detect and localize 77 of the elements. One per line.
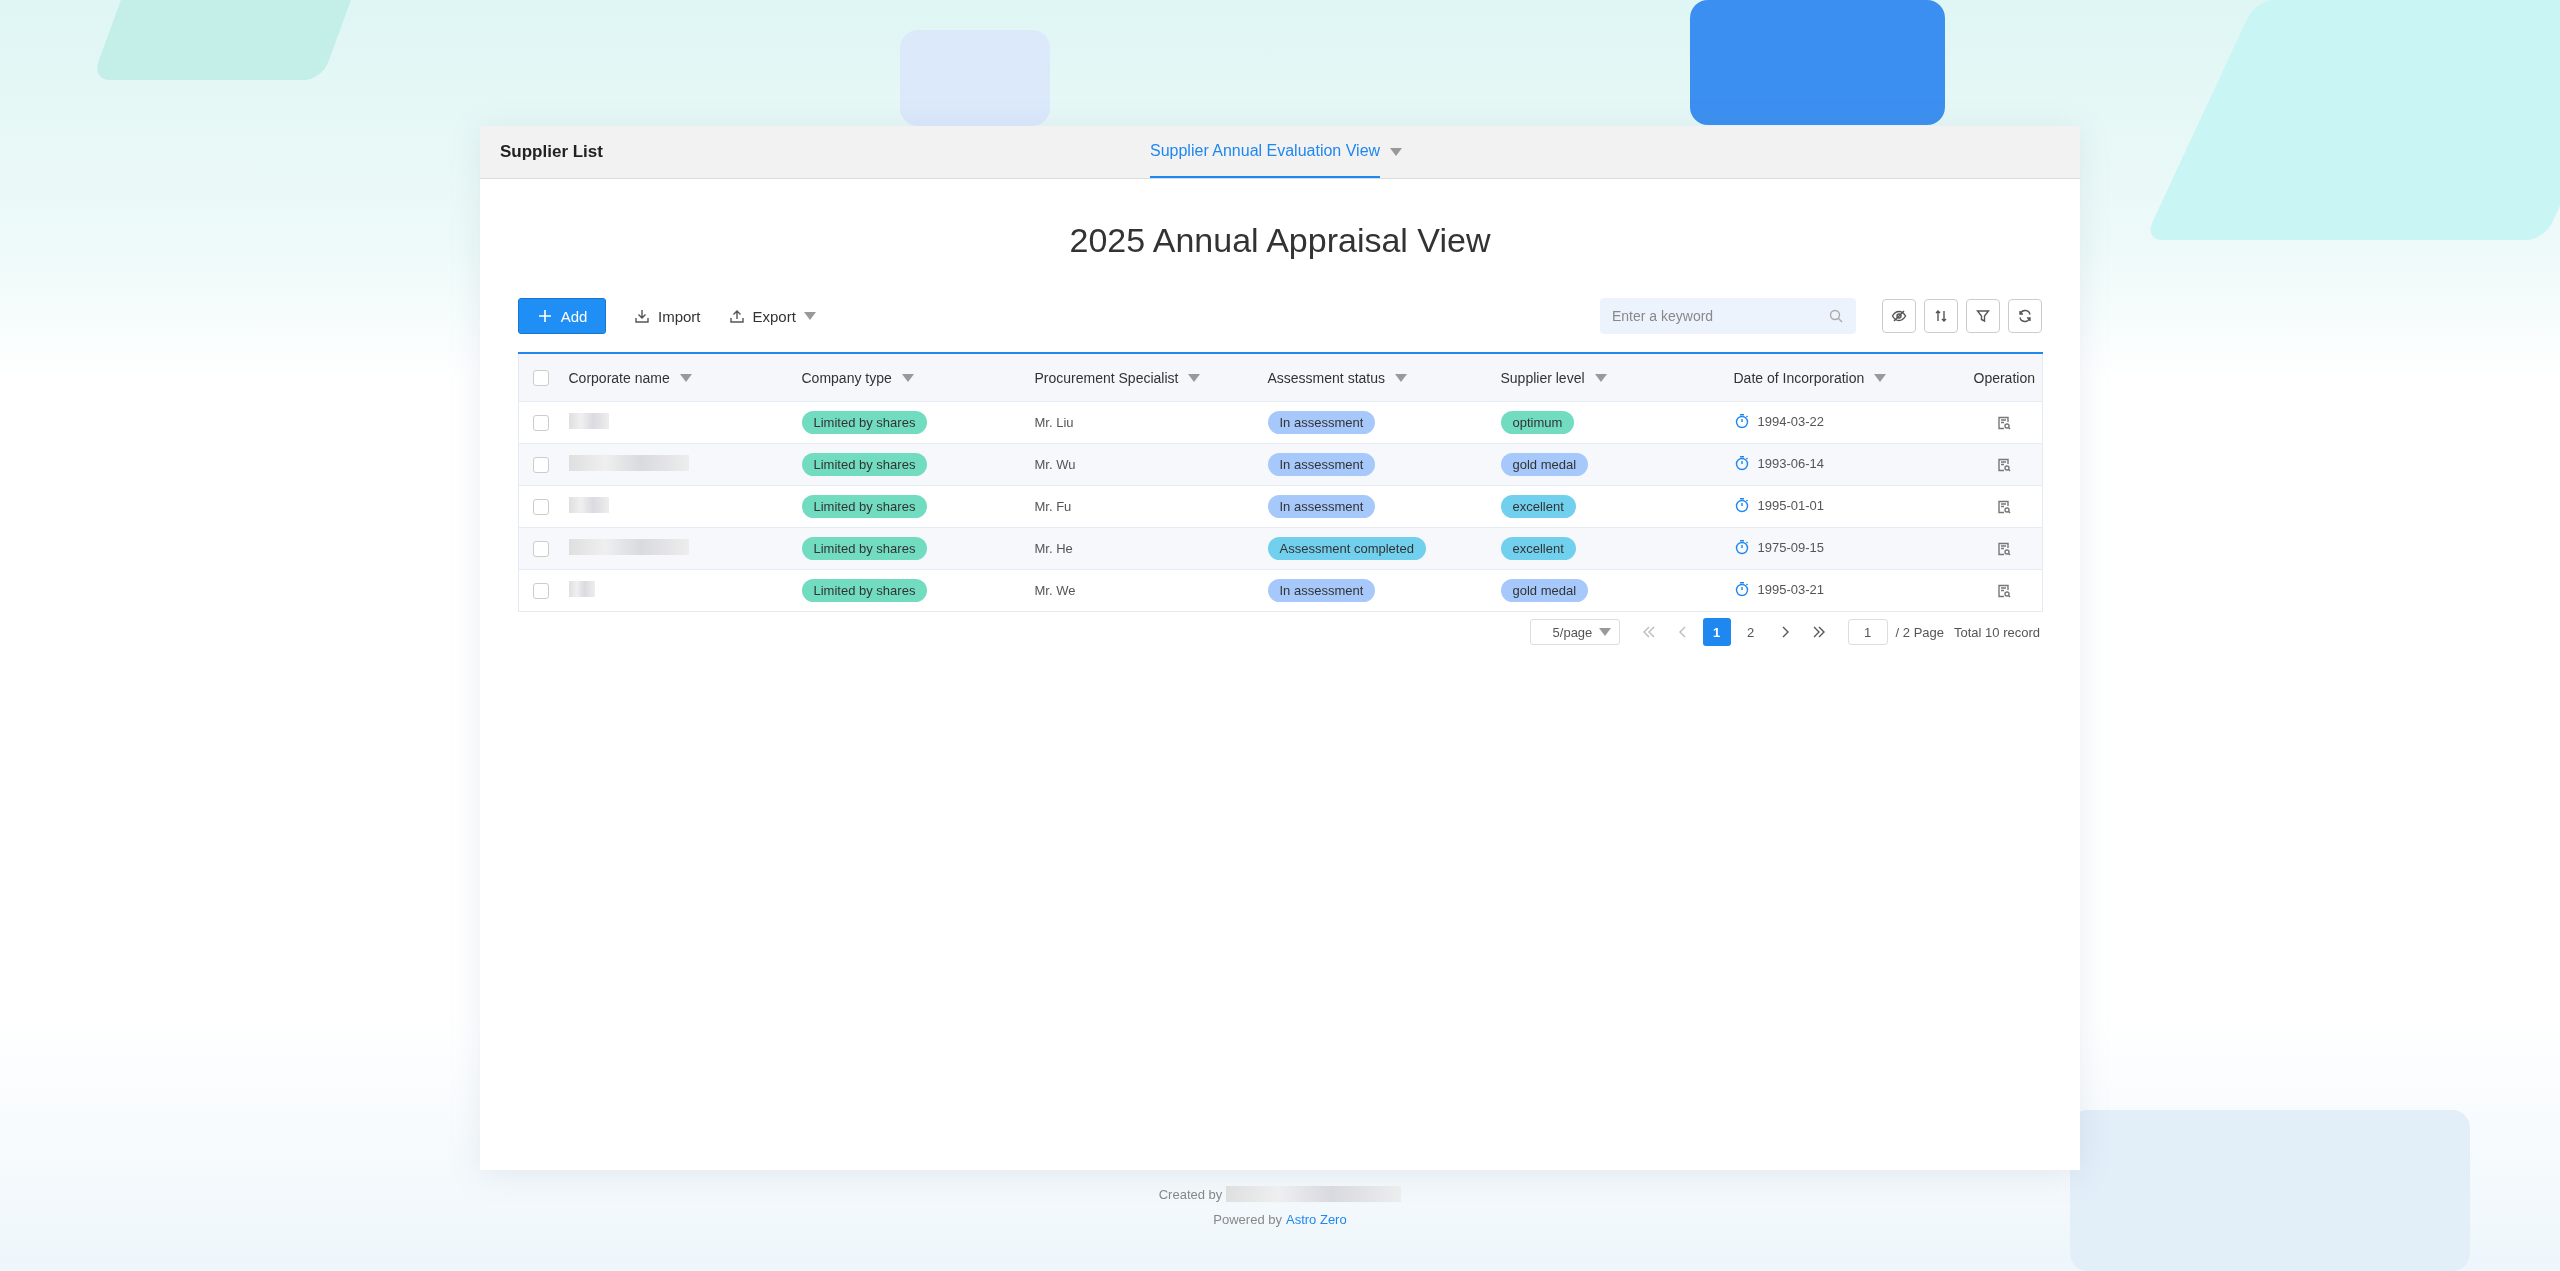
table-cell: Mr. Liu bbox=[1034, 415, 1074, 430]
filter-button[interactable] bbox=[1966, 299, 2000, 333]
stopwatch-icon bbox=[1733, 455, 1750, 471]
tag: excellent bbox=[1500, 537, 1576, 560]
document-search-icon bbox=[1996, 540, 2013, 557]
redacted-text bbox=[568, 581, 595, 597]
view-title: 2025 Annual Appraisal View bbox=[1068, 221, 1492, 260]
table-cell: Mr. Fu bbox=[1034, 499, 1072, 514]
powered-by-label: Powered by bbox=[1213, 1212, 1282, 1227]
table-cell: Mr. He bbox=[1034, 541, 1073, 556]
column-header[interactable]: Corporate name bbox=[568, 369, 670, 386]
tag: optimum bbox=[1500, 411, 1575, 434]
row-checkbox[interactable] bbox=[533, 414, 549, 431]
page-count: / 2 Page bbox=[1895, 624, 1944, 640]
column-header[interactable]: Supplier level bbox=[1500, 369, 1585, 386]
funnel-icon bbox=[1975, 308, 1991, 324]
page-button[interactable]: 1 bbox=[1702, 618, 1731, 646]
document-search-icon bbox=[1996, 498, 2013, 515]
row-checkbox[interactable] bbox=[533, 456, 549, 473]
tag: Limited by shares bbox=[801, 495, 928, 518]
sort-arrows-icon bbox=[1933, 308, 1949, 324]
caret-icon bbox=[1598, 628, 1611, 636]
tag: Limited by shares bbox=[801, 453, 928, 476]
table-cell: 1993-06-14 bbox=[1757, 455, 1824, 471]
tag: gold medal bbox=[1500, 453, 1589, 476]
redacted-text bbox=[568, 497, 609, 513]
page-button[interactable]: 2 bbox=[1736, 618, 1765, 646]
sort-button[interactable] bbox=[1924, 299, 1958, 333]
stopwatch-icon bbox=[1733, 497, 1750, 513]
tag: Limited by shares bbox=[801, 579, 928, 602]
search-icon bbox=[1828, 308, 1844, 324]
upload-icon bbox=[728, 308, 745, 324]
tag: In assessment bbox=[1267, 495, 1376, 518]
tag: gold medal bbox=[1500, 579, 1589, 602]
tag: In assessment bbox=[1267, 411, 1376, 434]
refresh-button[interactable] bbox=[2008, 299, 2042, 333]
tag: excellent bbox=[1500, 495, 1576, 518]
row-checkbox[interactable] bbox=[533, 582, 549, 599]
column-header[interactable]: Company type bbox=[801, 369, 892, 386]
row-checkbox[interactable] bbox=[533, 540, 549, 557]
table-cell: Mr. We bbox=[1034, 583, 1076, 598]
stopwatch-icon bbox=[1733, 539, 1750, 555]
export-button[interactable]: Export bbox=[728, 307, 816, 325]
tag: Assessment completed bbox=[1267, 537, 1426, 560]
tag: Limited by shares bbox=[801, 411, 928, 434]
tag: In assessment bbox=[1267, 579, 1376, 602]
row-checkbox[interactable] bbox=[533, 498, 549, 515]
redacted-text bbox=[568, 413, 609, 429]
select-all-checkbox[interactable] bbox=[533, 369, 549, 386]
caret-icon bbox=[1390, 148, 1403, 156]
download-icon bbox=[634, 308, 650, 324]
page-size-select[interactable]: 5/page bbox=[1529, 619, 1620, 645]
tag: In assessment bbox=[1267, 453, 1376, 476]
table-cell: 1994-03-22 bbox=[1757, 413, 1824, 429]
table-cell: Mr. Wu bbox=[1034, 457, 1076, 472]
import-button[interactable]: Import bbox=[634, 307, 701, 325]
table-cell: 1995-01-01 bbox=[1757, 497, 1824, 513]
document-search-icon bbox=[1996, 456, 2013, 473]
stopwatch-icon bbox=[1733, 581, 1750, 597]
caret-icon bbox=[803, 312, 816, 320]
document-search-icon bbox=[1996, 414, 2013, 431]
search-field[interactable]: Enter a keyword bbox=[1600, 298, 1856, 334]
tag: Limited by shares bbox=[801, 537, 928, 560]
created-by-label: Created by bbox=[1158, 1186, 1223, 1202]
page-jump-field[interactable]: 1 bbox=[1847, 619, 1888, 645]
refresh-icon bbox=[2017, 308, 2033, 324]
document-search-icon bbox=[1996, 582, 2013, 599]
record-total: Total 10 record bbox=[1954, 624, 2040, 640]
stopwatch-icon bbox=[1733, 413, 1750, 429]
plus-icon bbox=[536, 308, 553, 324]
table-cell: 1975-09-15 bbox=[1757, 539, 1824, 555]
hide-columns-button[interactable] bbox=[1882, 299, 1916, 333]
page-title: Supplier List bbox=[500, 142, 603, 162]
table-cell: 1995-03-21 bbox=[1757, 581, 1824, 597]
column-header[interactable]: Date of Incorporation bbox=[1733, 369, 1865, 386]
column-header[interactable]: Assessment status bbox=[1267, 369, 1385, 386]
eye-slash-icon bbox=[1891, 308, 1907, 324]
